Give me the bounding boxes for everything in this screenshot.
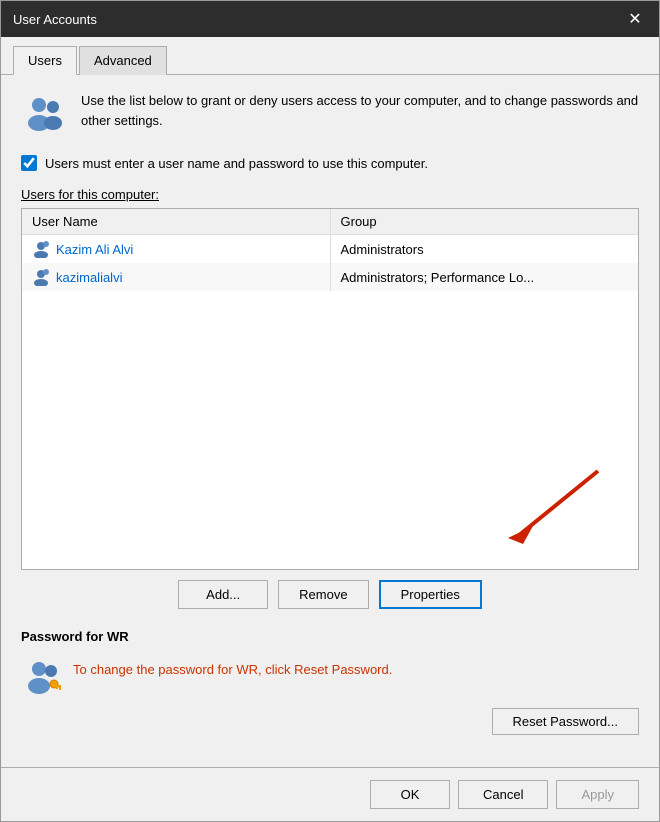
dialog-window: User Accounts ✕ Users Advanced Use the l…	[0, 0, 660, 822]
main-content: Use the list below to grant or deny user…	[1, 75, 659, 767]
apply-button[interactable]: Apply	[556, 780, 639, 809]
properties-button[interactable]: Properties	[379, 580, 482, 609]
ok-button[interactable]: OK	[370, 780, 450, 809]
require-password-checkbox[interactable]	[21, 155, 37, 171]
window-title: User Accounts	[13, 12, 97, 27]
tab-users[interactable]: Users	[13, 46, 77, 75]
reset-password-button[interactable]: Reset Password...	[492, 708, 640, 735]
info-description: Use the list below to grant or deny user…	[81, 91, 639, 130]
cancel-button[interactable]: Cancel	[458, 780, 548, 809]
password-info: To change the password for WR, click Res…	[21, 656, 639, 696]
checkbox-label[interactable]: Users must enter a user name and passwor…	[45, 156, 428, 171]
arrow-indicator	[488, 466, 608, 549]
remove-button[interactable]: Remove	[278, 580, 368, 609]
user-name-cell: Kazim Ali Alvi	[22, 235, 330, 264]
checkbox-row: Users must enter a user name and passwor…	[21, 155, 639, 171]
password-section: Password for WR To change the password f…	[21, 629, 639, 751]
col-header-group: Group	[330, 209, 638, 235]
users-icon	[21, 91, 69, 139]
user-icon	[32, 240, 50, 258]
users-table: User Name Group	[22, 209, 638, 291]
table-row[interactable]: kazimalialvi Administrators; Performance…	[22, 263, 638, 291]
user-action-buttons: Add... Remove Properties	[21, 580, 639, 609]
bottom-buttons: OK Cancel Apply	[1, 767, 659, 821]
reset-button-row: Reset Password...	[21, 708, 639, 735]
tab-advanced[interactable]: Advanced	[79, 46, 167, 75]
tabs-container: Users Advanced	[1, 37, 659, 75]
password-icon	[21, 656, 61, 696]
users-table-container: User Name Group	[21, 208, 639, 570]
table-row[interactable]: Kazim Ali Alvi Administrators	[22, 235, 638, 264]
users-section-label: Users for this computer:	[21, 187, 639, 202]
title-bar: User Accounts ✕	[1, 1, 659, 37]
add-button[interactable]: Add...	[178, 580, 268, 609]
password-section-title: Password for WR	[21, 629, 639, 644]
user-group-cell: Administrators; Performance Lo...	[330, 263, 638, 291]
info-section: Use the list below to grant or deny user…	[21, 91, 639, 139]
user-icon	[32, 268, 50, 286]
password-description: To change the password for WR, click Res…	[73, 656, 392, 677]
col-header-username: User Name	[22, 209, 330, 235]
user-name-cell: kazimalialvi	[22, 263, 330, 291]
close-button[interactable]: ✕	[623, 7, 647, 31]
user-group-cell: Administrators	[330, 235, 638, 264]
